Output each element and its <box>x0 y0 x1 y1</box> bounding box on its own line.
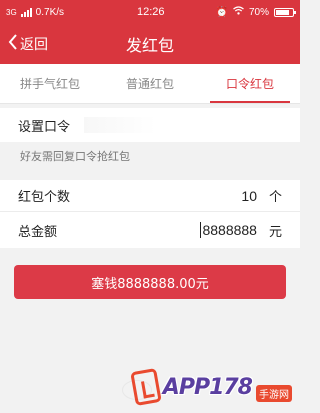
amount-label: 总金额 <box>18 224 58 240</box>
tab-normal-packet[interactable]: 普通红包 <box>100 64 200 103</box>
password-row: 设置口令 <box>0 108 300 142</box>
password-input[interactable] <box>84 117 205 133</box>
amount-value: 8888888 <box>202 222 257 238</box>
watermark-sub: 手游网 <box>256 384 292 402</box>
amount-input[interactable]: 8888888 <box>200 222 257 238</box>
tab-bar: 拼手气红包 普通红包 口令红包 <box>0 64 300 104</box>
page-title: 发红包 <box>125 36 174 55</box>
status-right: ⏰ 70% <box>215 6 296 18</box>
status-bar: 3G 0.7K/s 12:26 ⏰ 70% <box>0 0 300 24</box>
back-button[interactable]: 返回 <box>8 24 48 64</box>
amount-unit: 元 <box>268 224 282 240</box>
tab-password-packet[interactable]: 口令红包 <box>200 64 300 103</box>
signal-icon <box>20 7 32 17</box>
chevron-left-icon <box>8 34 18 54</box>
count-row: 红包个数 10 个 <box>0 180 300 212</box>
text-cursor <box>200 222 202 238</box>
count-input[interactable]: 10 <box>241 188 257 204</box>
wifi-icon <box>233 6 244 18</box>
nav-bar: 返回 发红包 <box>0 24 300 64</box>
alarm-icon: ⏰ <box>215 6 228 18</box>
network-type: 3G <box>6 7 17 17</box>
battery-percent: 70% <box>248 6 269 18</box>
battery-icon <box>274 7 296 17</box>
network-speed: 0.7K/s <box>35 6 65 18</box>
password-hint: 好友需回复口令抢红包 <box>20 150 130 163</box>
status-left: 3G 0.7K/s <box>6 7 116 18</box>
count-label: 红包个数 <box>18 190 71 205</box>
back-label: 返回 <box>20 37 48 53</box>
watermark-logo: APP178 手游网 <box>130 367 292 407</box>
phone-logo-icon <box>130 368 162 406</box>
amount-row: 总金额 8888888 元 <box>0 212 300 248</box>
status-time: 12:26 <box>137 6 165 18</box>
count-unit: 个 <box>268 190 282 205</box>
tab-lucky-packet[interactable]: 拼手气红包 <box>0 64 100 103</box>
submit-button[interactable]: 塞钱8888888.00元 <box>14 265 286 299</box>
watermark-text: APP178 <box>162 374 253 400</box>
password-label: 设置口令 <box>18 119 71 135</box>
